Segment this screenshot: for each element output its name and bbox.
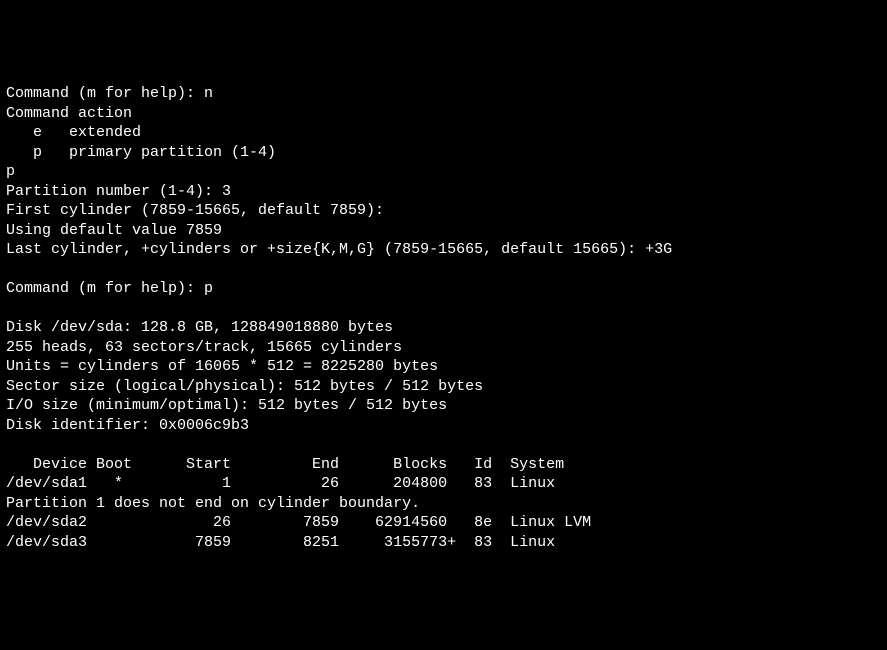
extended-option: e extended	[6, 124, 141, 141]
first-cylinder-prompt: First cylinder (7859-15665, default 7859…	[6, 202, 384, 219]
table-header: Device Boot Start End Blocks Id System	[6, 456, 564, 473]
units-line: Units = cylinders of 16065 * 512 = 82252…	[6, 358, 438, 375]
partition-row-sda1: /dev/sda1 * 1 26 204800 83 Linux	[6, 475, 555, 492]
primary-option: p primary partition (1-4)	[6, 144, 276, 161]
command-prompt-line: Command (m for help): n	[6, 85, 213, 102]
sector-size-line: Sector size (logical/physical): 512 byte…	[6, 378, 483, 395]
partition-number-prompt: Partition number (1-4): 3	[6, 183, 231, 200]
partition-row-sda2: /dev/sda2 26 7859 62914560 8e Linux LVM	[6, 514, 591, 531]
command-action-header: Command action	[6, 105, 132, 122]
heads-sectors-line: 255 heads, 63 sectors/track, 15665 cylin…	[6, 339, 402, 356]
boundary-warning: Partition 1 does not end on cylinder bou…	[6, 495, 420, 512]
terminal-output: Command (m for help): n Command action e…	[6, 84, 881, 552]
partition-row-sda3: /dev/sda3 7859 8251 3155773+ 83 Linux	[6, 534, 555, 551]
disk-info-line: Disk /dev/sda: 128.8 GB, 128849018880 by…	[6, 319, 393, 336]
io-size-line: I/O size (minimum/optimal): 512 bytes / …	[6, 397, 447, 414]
user-input-p: p	[6, 163, 15, 180]
disk-identifier-line: Disk identifier: 0x0006c9b3	[6, 417, 249, 434]
last-cylinder-prompt: Last cylinder, +cylinders or +size{K,M,G…	[6, 241, 672, 258]
command-prompt-p: Command (m for help): p	[6, 280, 213, 297]
default-value-line: Using default value 7859	[6, 222, 222, 239]
